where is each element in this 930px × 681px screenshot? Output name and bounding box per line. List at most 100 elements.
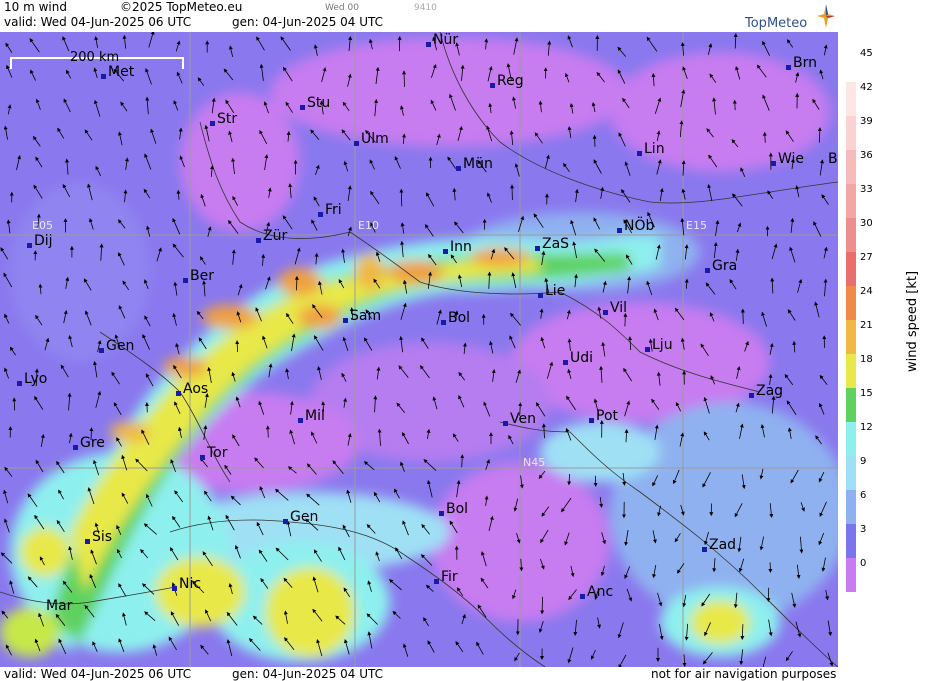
city-marker — [283, 519, 288, 524]
city-marker — [603, 310, 608, 315]
city-marker — [200, 455, 205, 460]
colorbar-tick-label: 36 — [860, 150, 873, 161]
wind-map[interactable]: 200 km E05 E10 E15 N45 Nür Met Reg Brn S… — [0, 32, 838, 667]
city-marker — [705, 268, 710, 273]
scale-bar-label: 200 km — [70, 50, 120, 65]
city-marker — [589, 418, 594, 423]
colorbar-axis-label: wind speed [kt] — [905, 270, 920, 372]
wind-arrow — [732, 99, 737, 111]
city-label: Nic — [172, 576, 201, 592]
footer-generated-time: gen: 04-Jun-2025 04 UTC — [232, 667, 384, 681]
city-marker — [503, 421, 508, 426]
city-label: Lyo — [17, 371, 47, 387]
city-marker — [17, 381, 22, 386]
colorbar-segment — [846, 82, 856, 116]
city-label: Lie — [538, 283, 565, 299]
city-label: Aos — [176, 381, 208, 397]
city-marker — [771, 161, 776, 166]
wind-arrow — [399, 188, 404, 207]
colorbar-segment — [846, 558, 856, 592]
city-label: Reg — [490, 73, 524, 89]
generated-time: gen: 04-Jun-2025 04 UTC — [232, 15, 384, 29]
city-label: ZaS — [535, 236, 569, 252]
city-marker — [749, 393, 754, 398]
city-marker — [183, 278, 188, 283]
city-label: Gen — [99, 338, 134, 354]
colorbar-segment — [846, 184, 856, 218]
city-marker — [27, 243, 32, 248]
colorbar-tick-label: 33 — [860, 184, 873, 195]
copyright: ©2025 TopMeteo.eu — [120, 0, 243, 14]
city-marker — [256, 238, 261, 243]
city-marker — [300, 105, 305, 110]
city-marker — [645, 347, 650, 352]
city-label: Stu — [300, 95, 330, 111]
colorbar-tick-label: 15 — [860, 388, 873, 399]
valid-time: valid: Wed 04-Jun-2025 06 UTC — [4, 15, 192, 29]
city-label: Pot — [589, 408, 618, 424]
disclaimer: not for air navigation purposes — [651, 667, 837, 681]
scale-bar: 200 km — [10, 50, 184, 69]
topmeteo-logo[interactable]: TopMeteo — [745, 4, 835, 32]
colorbar-tick-label: 21 — [860, 320, 873, 331]
wind-arrow — [740, 308, 745, 324]
city-marker — [85, 539, 90, 544]
colorbar — [846, 48, 856, 592]
city-label: Brn — [786, 55, 817, 71]
colorbar-tick-label: 12 — [860, 422, 873, 433]
city-label: Tor — [200, 445, 228, 461]
colorbar-tick-label: 24 — [860, 286, 873, 297]
city-label: Lju — [645, 337, 673, 353]
city-label: Zad — [702, 537, 736, 553]
city-label: Anc — [580, 584, 613, 600]
city-marker — [439, 511, 444, 516]
city-label: Str — [210, 111, 237, 127]
footer-valid-time: valid: Wed 04-Jun-2025 06 UTC — [4, 667, 192, 681]
colorbar-segment — [846, 422, 856, 456]
city-marker — [298, 418, 303, 423]
city-label: Lin — [637, 141, 665, 157]
city-label: Inn — [443, 239, 472, 255]
product-title: 10 m wind — [4, 0, 67, 14]
city-label: NÖb — [617, 218, 654, 234]
colorbar-segment — [846, 116, 856, 150]
city-marker — [443, 249, 448, 254]
colorbar-segment — [846, 252, 856, 286]
city-marker — [101, 74, 106, 79]
city-label: Sis — [85, 529, 112, 545]
city-label: Mil — [298, 408, 325, 424]
colorbar-segment — [846, 48, 856, 82]
colorbar-segment — [846, 354, 856, 388]
city-label: Ven — [503, 411, 536, 427]
city-marker — [786, 65, 791, 70]
city-marker — [441, 320, 446, 325]
city-marker — [426, 42, 431, 47]
wind-arrow — [623, 312, 628, 327]
city-label: Fri — [318, 202, 342, 218]
compass-star-icon — [817, 4, 835, 28]
wind-arrow — [684, 278, 689, 289]
city-label: Gre — [73, 435, 105, 451]
header: 10 m wind ©2025 TopMeteo.eu valid: Wed 0… — [0, 0, 838, 32]
city-label: Mar — [46, 598, 73, 614]
city-label: Zag — [749, 383, 783, 399]
city-label: Udi — [563, 350, 593, 366]
city-marker — [99, 348, 104, 353]
colorbar-segment — [846, 320, 856, 354]
city-label: Ulm — [354, 131, 389, 147]
city-marker — [318, 212, 323, 217]
city-label: Gen — [283, 509, 318, 525]
colorbar-tick-label: 0 — [860, 558, 867, 569]
city-marker — [637, 151, 642, 156]
colorbar-segment — [846, 150, 856, 184]
city-label: Ber — [183, 268, 214, 284]
city-marker — [172, 586, 177, 591]
wind-arrow — [402, 70, 407, 87]
footer: valid: Wed 04-Jun-2025 06 UTC gen: 04-Ju… — [0, 667, 838, 681]
city-label: Dij — [27, 233, 53, 249]
city-marker — [702, 547, 707, 552]
city-label: Mün — [456, 156, 493, 172]
city-marker — [580, 594, 585, 599]
colorbar-tick-label: 18 — [860, 354, 873, 365]
city-marker — [535, 246, 540, 251]
